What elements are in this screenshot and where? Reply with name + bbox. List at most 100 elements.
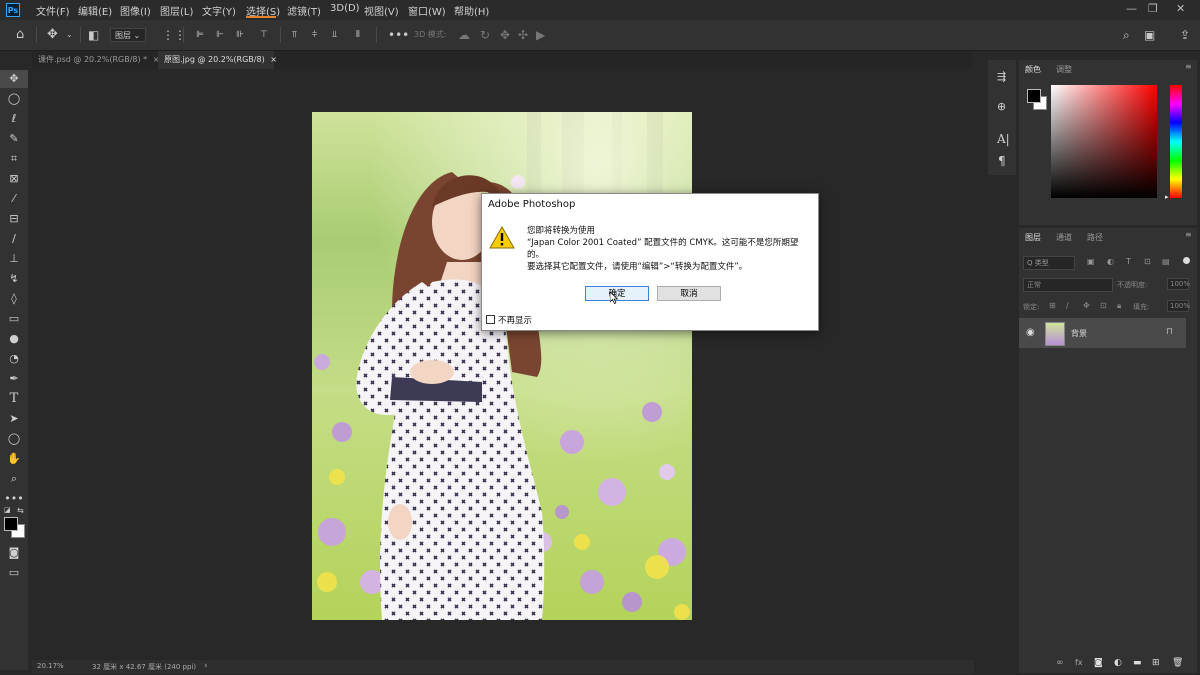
align-center-icon[interactable]: ⊩ <box>216 28 224 42</box>
visibility-eye-icon[interactable]: ◉ <box>1026 327 1035 338</box>
lock-artboard-icon[interactable]: ⊡ <box>1100 301 1107 310</box>
add-mask-icon[interactable]: ◙ <box>1094 658 1103 668</box>
distribute-bottom-icon[interactable]: ⫫ <box>332 28 337 42</box>
gradient-icon[interactable]: ▭ <box>0 310 28 328</box>
chevron-down-icon[interactable]: ⌄ <box>66 28 73 42</box>
cancel-button[interactable]: 取消 <box>657 286 721 301</box>
distribute-middle-icon[interactable]: ⫩ <box>312 28 317 42</box>
new-layer-icon[interactable]: ⊞ <box>1152 658 1160 668</box>
auto-select-icon[interactable]: ◧ <box>88 28 99 42</box>
ellipse-shape-icon[interactable]: ◯ <box>0 430 28 448</box>
tab-courseware[interactable]: 课件.psd @ 20.2%(RGB/8) * × <box>32 51 159 69</box>
dodge-icon[interactable]: ◔ <box>0 350 28 368</box>
distribute-horizontal-icon[interactable]: ⫴ <box>356 28 360 42</box>
menu-type[interactable]: 文字(Y) <box>202 3 236 18</box>
foreground-color-swatch[interactable] <box>1027 89 1041 103</box>
hue-slider-handle-icon[interactable]: ▸ <box>1165 193 1169 201</box>
hand-icon[interactable]: ✋ <box>0 450 28 468</box>
default-colors-icon[interactable]: ◪ <box>4 506 11 514</box>
dont-show-again-checkbox[interactable] <box>486 315 495 324</box>
3d-pan-icon[interactable]: ✥ <box>500 28 510 42</box>
paragraph-icon[interactable]: ¶ <box>998 154 1006 168</box>
layer-row[interactable]: ◉ 背景 ⊓ <box>1019 318 1186 348</box>
history-icon[interactable]: ⇶ <box>997 70 1006 83</box>
share-icon[interactable]: ⇪ <box>1180 28 1190 42</box>
status-menu-arrow-icon[interactable]: › <box>204 661 208 671</box>
tab-paths[interactable]: 路径 <box>1087 232 1103 243</box>
menu-image[interactable]: 图像(I) <box>120 3 151 18</box>
panel-menu-icon[interactable]: ≡ <box>1185 62 1192 71</box>
menu-3d[interactable]: 3D(D) <box>330 3 360 14</box>
tab-layers[interactable]: 图层 <box>1025 232 1041 243</box>
menu-view[interactable]: 视图(V) <box>364 3 399 18</box>
3d-video-icon[interactable]: ▶ <box>536 28 545 42</box>
tab-adjustments[interactable]: 调整 <box>1056 64 1072 75</box>
layer-name[interactable]: 背景 <box>1071 328 1087 339</box>
menu-file[interactable]: 文件(F) <box>36 3 70 18</box>
elliptical-marquee-icon[interactable]: ◯ <box>0 90 28 108</box>
lock-position-icon[interactable]: ✥ <box>1083 301 1090 310</box>
lasso-icon[interactable]: ℓ <box>0 110 28 128</box>
quick-selection-icon[interactable]: ✎ <box>0 130 28 148</box>
filter-pixel-icon[interactable]: ▣ <box>1087 257 1095 266</box>
close-window-icon[interactable]: ✕ <box>1176 2 1185 15</box>
menu-filter[interactable]: 滤镜(T) <box>287 3 321 18</box>
3d-roll-icon[interactable]: ↻ <box>480 28 490 42</box>
properties-icon[interactable]: ⊕ <box>997 100 1006 113</box>
crop-icon[interactable]: ⌗ <box>0 150 28 168</box>
search-icon[interactable]: ⌕ <box>1123 28 1130 42</box>
eraser-icon[interactable]: ◊ <box>0 290 28 308</box>
tab-original[interactable]: 原图.jpg @ 20.2%(RGB/8) × <box>158 51 277 69</box>
align-right-icon[interactable]: ⊪ <box>236 28 244 42</box>
menu-help[interactable]: 帮助(H) <box>454 3 489 18</box>
new-group-icon[interactable]: ▬ <box>1133 658 1142 668</box>
filter-type-icon[interactable]: T <box>1126 257 1131 266</box>
workspace-icon[interactable]: ▣ <box>1144 28 1155 42</box>
adjustment-layer-icon[interactable]: ◐ <box>1114 658 1122 668</box>
pen-icon[interactable]: ✒ <box>0 370 28 388</box>
tab-channels[interactable]: 通道 <box>1056 232 1072 243</box>
move-tool-icon[interactable]: ✥ <box>0 70 28 88</box>
filter-shape-icon[interactable]: ⊡ <box>1144 257 1151 266</box>
foreground-color-swatch[interactable] <box>4 517 18 531</box>
layer-style-fx-icon[interactable]: fx <box>1075 658 1083 667</box>
3d-orbit-icon[interactable]: ☁ <box>458 28 470 42</box>
document-image[interactable] <box>312 112 692 620</box>
screen-mode-icon[interactable]: ▭ <box>0 564 28 582</box>
type-tool-icon[interactable]: T <box>0 390 28 408</box>
tab-color[interactable]: 颜色 <box>1025 64 1041 75</box>
zoom-icon[interactable]: ⌕ <box>0 470 28 488</box>
close-tab-icon[interactable]: × <box>270 55 277 64</box>
panel-menu-icon[interactable]: ≡ <box>1185 230 1192 239</box>
frame-icon[interactable]: ⊠ <box>0 170 28 188</box>
filter-adjustment-icon[interactable]: ◐ <box>1107 257 1114 266</box>
opacity-input[interactable]: 100% <box>1167 278 1190 290</box>
color-picker-field[interactable] <box>1051 85 1157 198</box>
path-selection-icon[interactable]: ➤ <box>0 410 28 428</box>
history-brush-icon[interactable]: ↯ <box>0 270 28 288</box>
layer-filter-dropdown[interactable]: Q 类型 <box>1023 256 1075 270</box>
lock-all-icon[interactable]: 🔒︎ <box>1117 301 1121 311</box>
character-icon[interactable]: A| <box>997 132 1010 146</box>
restore-icon[interactable]: ❐ <box>1148 2 1158 15</box>
3d-slide-icon[interactable]: ✣ <box>518 28 528 42</box>
brush-icon[interactable]: ∕ <box>0 230 28 248</box>
menu-window[interactable]: 窗口(W) <box>408 3 446 18</box>
align-left-icon[interactable]: ⊫ <box>196 28 204 42</box>
home-icon[interactable]: ⌂ <box>16 28 24 42</box>
auto-select-dropdown[interactable]: 图层 ⌄ <box>110 28 146 42</box>
lock-image-icon[interactable]: ∕ <box>1066 301 1069 310</box>
swap-colors-icon[interactable]: ⇆ <box>17 506 24 515</box>
menu-layer[interactable]: 图层(L) <box>160 3 193 18</box>
quick-mask-icon[interactable]: ◙ <box>0 544 28 562</box>
hue-slider[interactable] <box>1170 85 1182 198</box>
move-tool-icon[interactable]: ✥ <box>47 28 58 42</box>
align-top-icon[interactable]: ⊤ <box>260 28 268 42</box>
delete-layer-icon[interactable]: 🗑︎ <box>1172 658 1183 668</box>
filter-toggle-icon[interactable] <box>1183 257 1190 264</box>
minimize-icon[interactable]: — <box>1126 2 1137 15</box>
more-options-icon[interactable]: ••• <box>388 28 409 42</box>
clone-stamp-icon[interactable]: ⊥ <box>0 250 28 268</box>
menu-edit[interactable]: 编辑(E) <box>78 3 112 18</box>
filter-smart-object-icon[interactable]: ▤ <box>1162 257 1170 266</box>
